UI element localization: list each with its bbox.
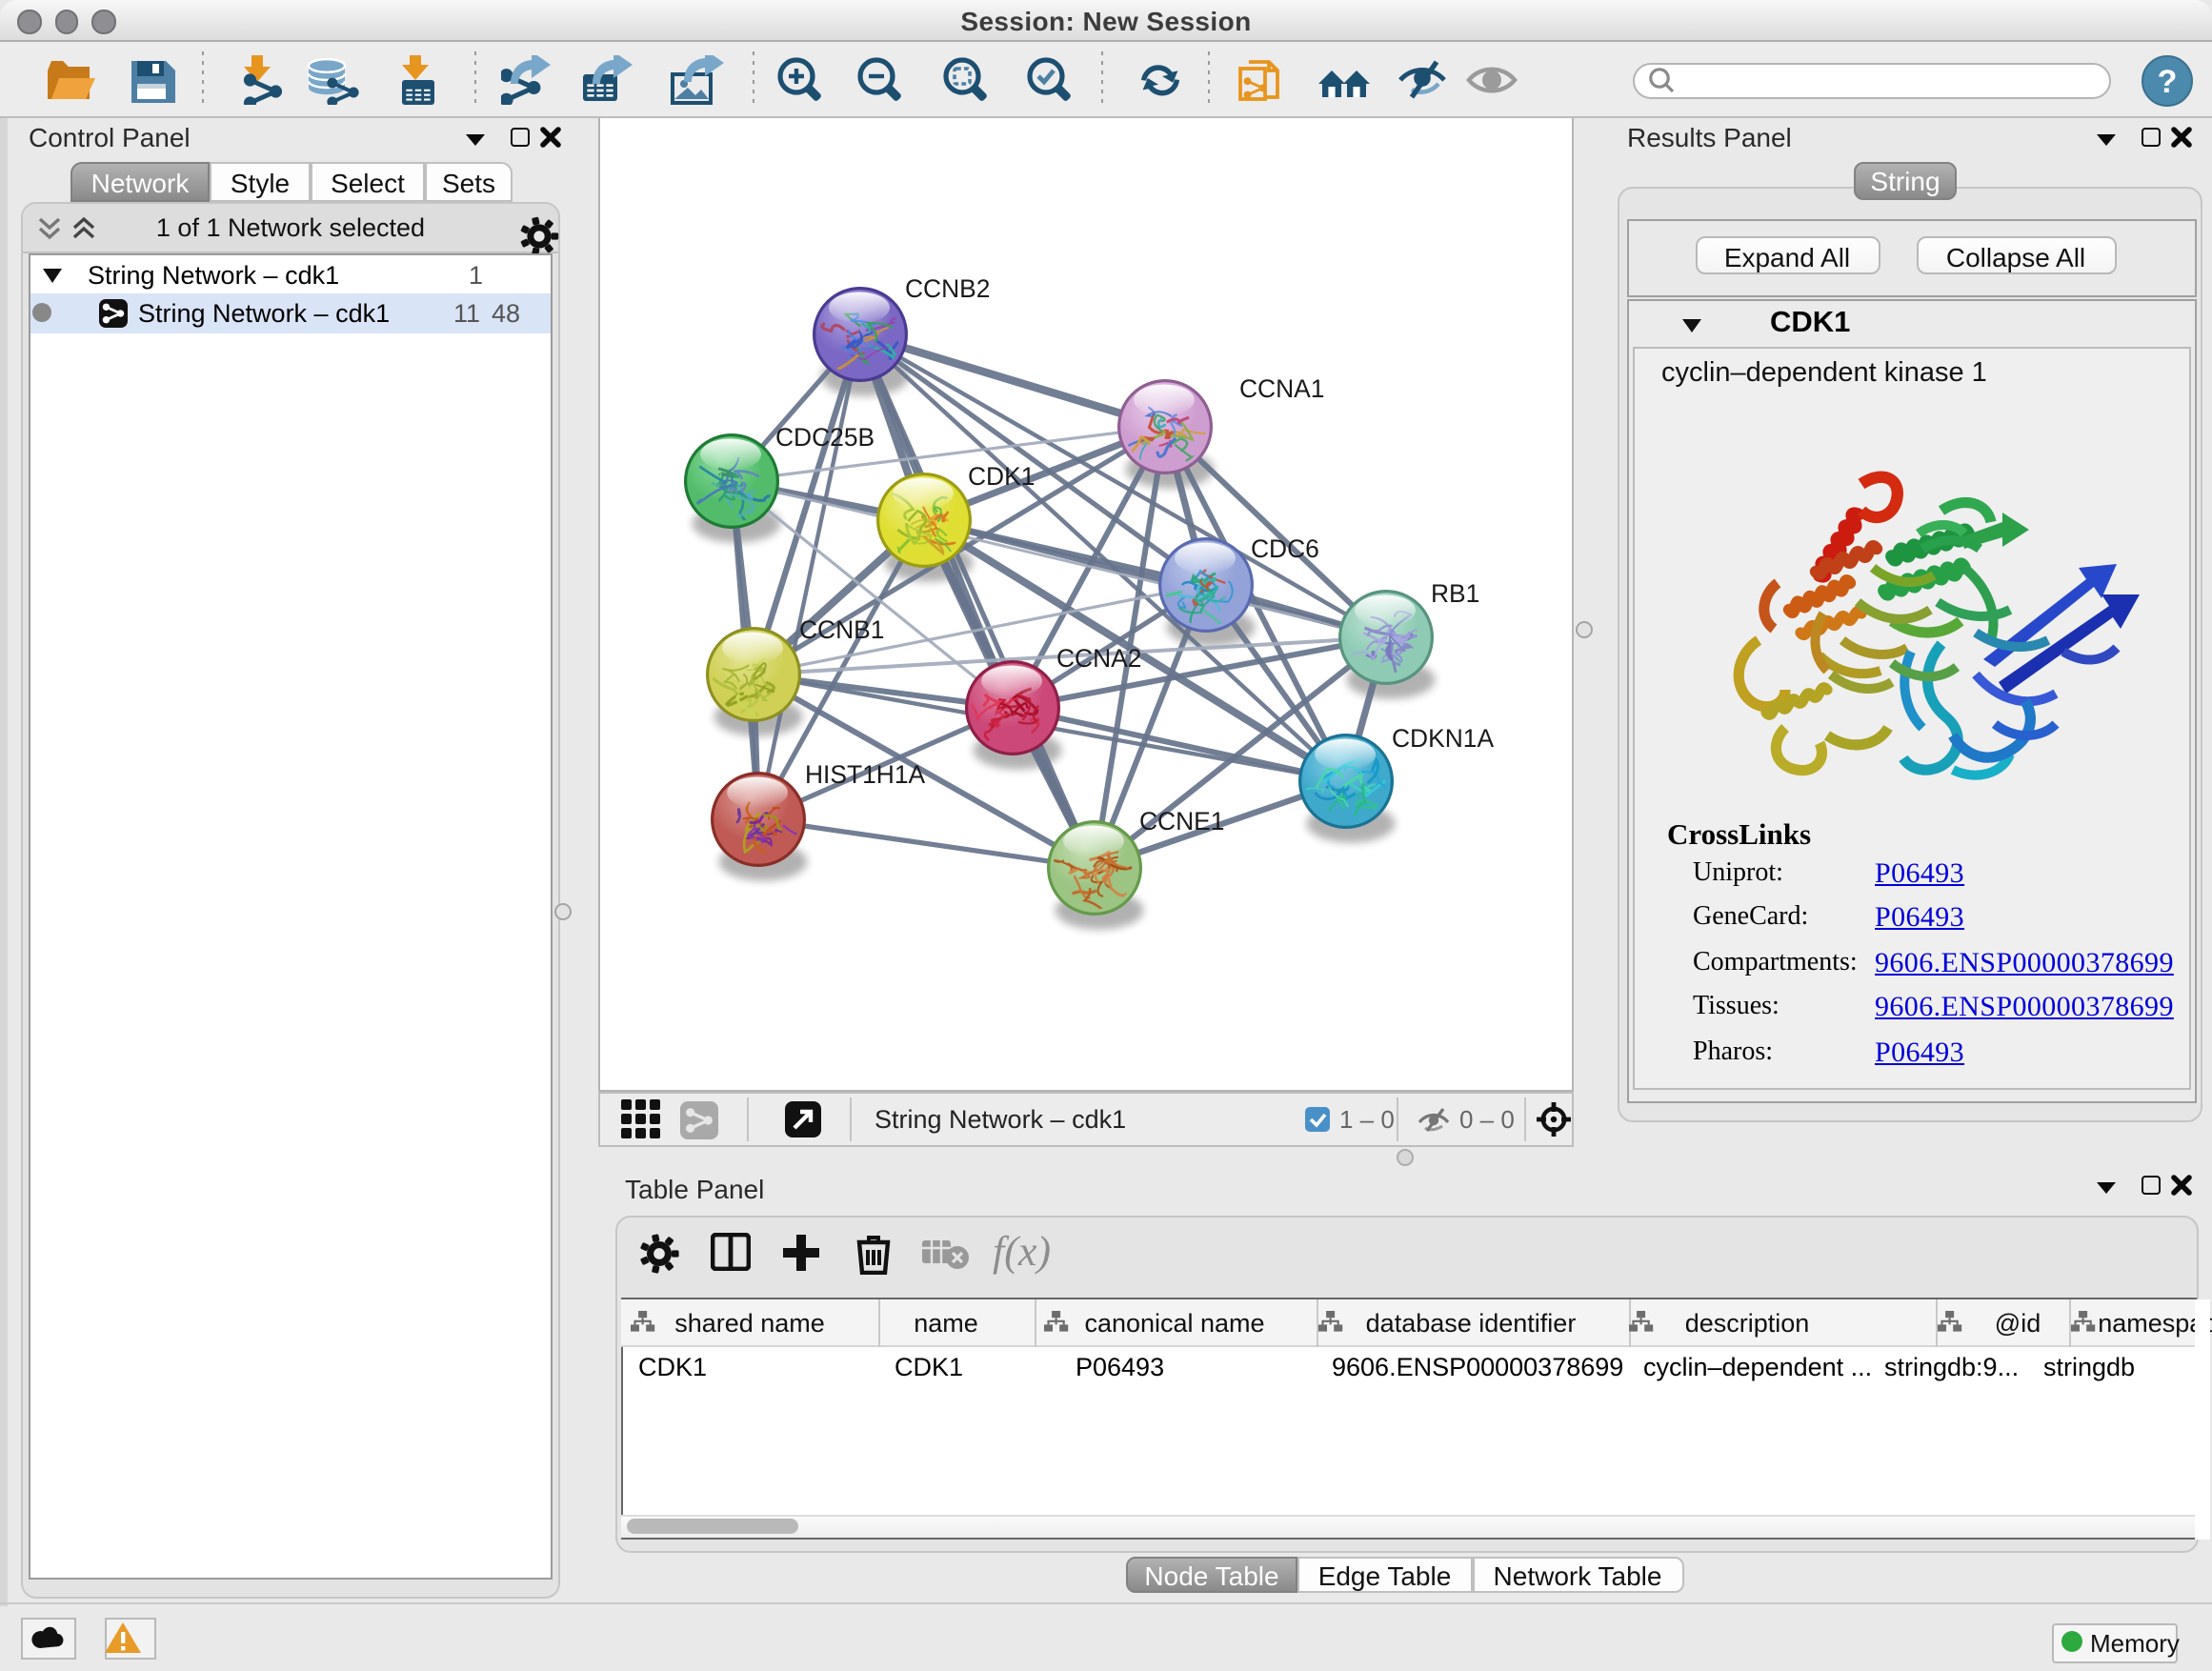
svg-text:CCNA2: CCNA2 xyxy=(1056,644,1141,673)
svg-text:CDC6: CDC6 xyxy=(1251,534,1319,563)
svg-text:CCNB2: CCNB2 xyxy=(905,274,990,303)
svg-text:CDKN1A: CDKN1A xyxy=(1392,724,1494,753)
svg-text:CDK1: CDK1 xyxy=(968,462,1035,491)
svg-text:RB1: RB1 xyxy=(1431,579,1479,608)
svg-text:CDC25B: CDC25B xyxy=(775,423,875,452)
svg-text:?: ? xyxy=(2158,64,2178,100)
svg-text:CCNE1: CCNE1 xyxy=(1139,807,1224,836)
svg-text:CCNA1: CCNA1 xyxy=(1239,374,1324,403)
svg-text:CCNB1: CCNB1 xyxy=(799,615,884,644)
svg-text:HIST1H1A: HIST1H1A xyxy=(805,760,926,789)
